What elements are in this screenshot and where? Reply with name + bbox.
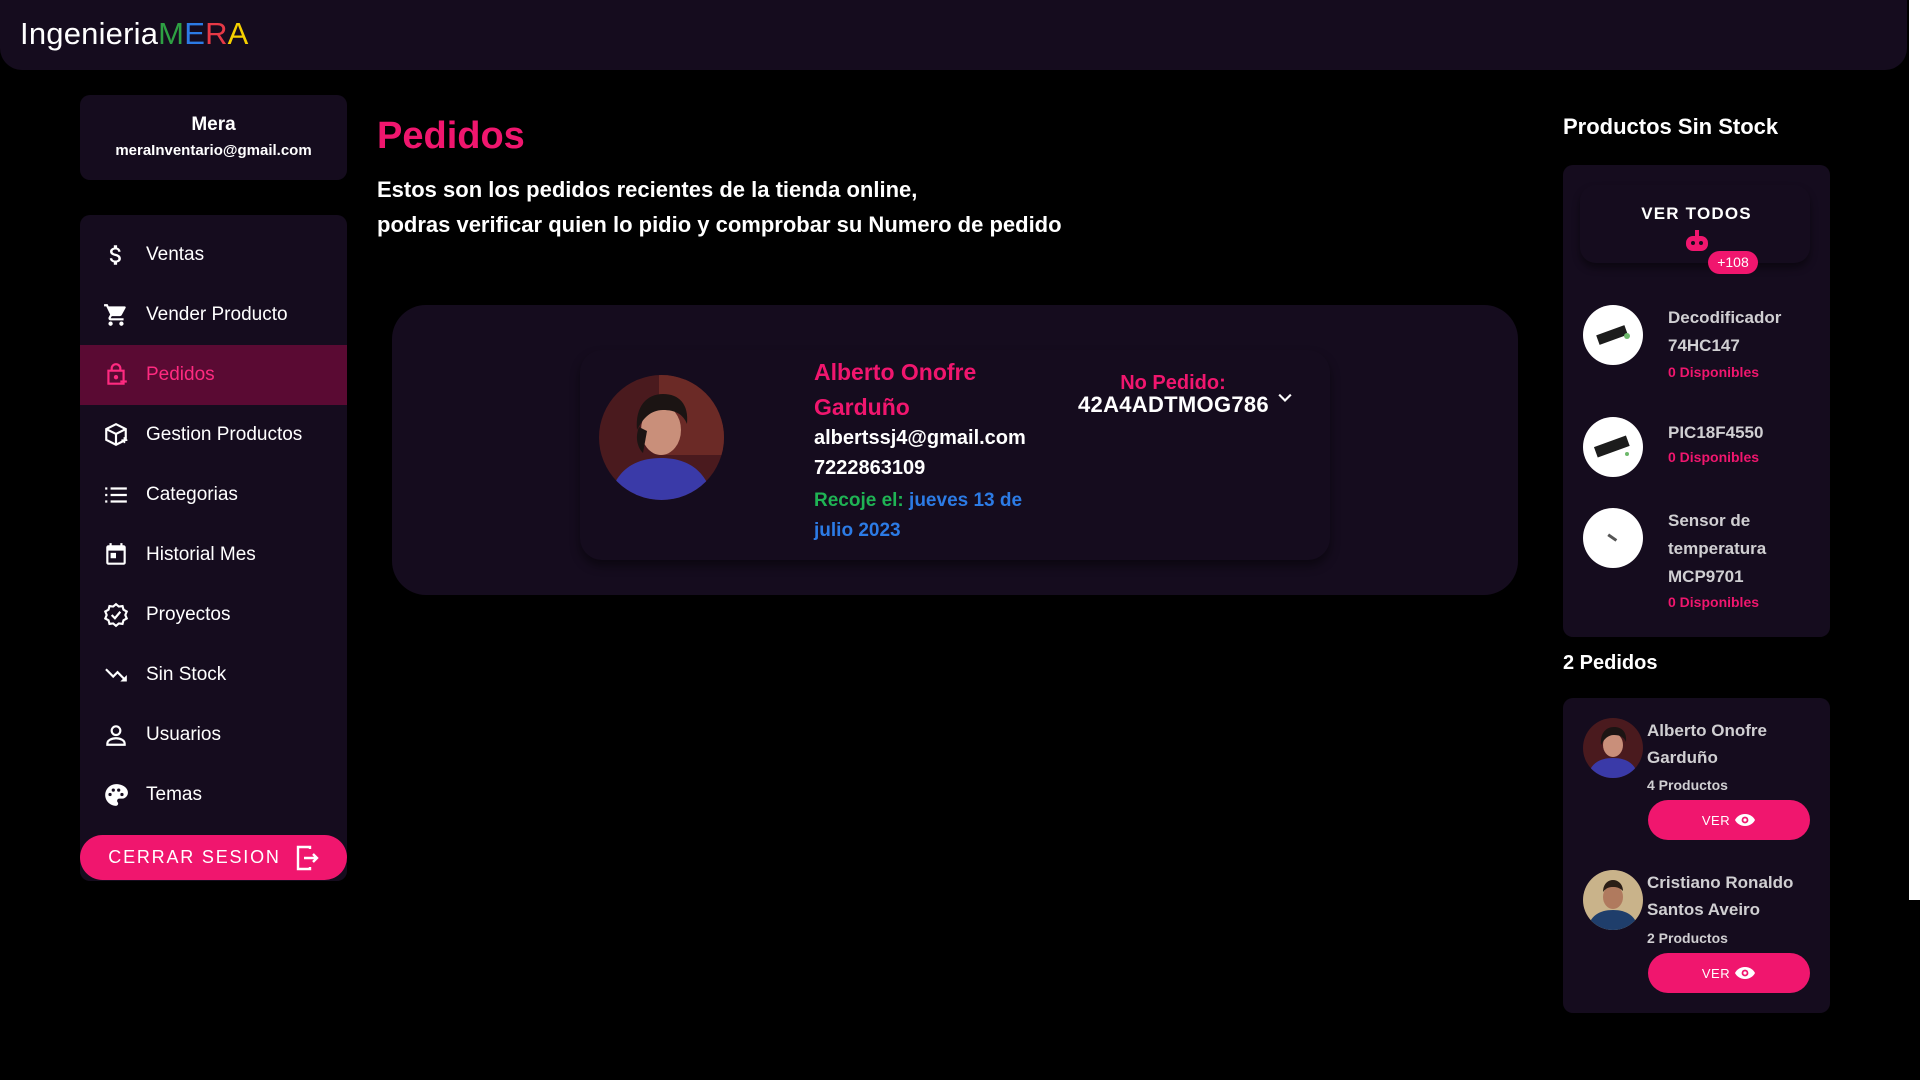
view-order-button[interactable]: VER (1648, 953, 1810, 993)
order-product-count: 2 Productos (1647, 930, 1728, 946)
orders-count-title: 2 Pedidos (1563, 652, 1658, 674)
sidebar-item-label: Usuarios (146, 724, 221, 745)
page-title: Pedidos (377, 115, 525, 157)
sidebar-item-label: Proyectos (146, 604, 231, 625)
product-name: Decodificador 74HC147 (1668, 308, 1782, 355)
calendar-icon (102, 541, 130, 569)
list-icon (102, 481, 130, 509)
robot-icon (1686, 230, 1708, 251)
brand-prefix: Ingenieria (20, 16, 159, 51)
sidebar-item-temas[interactable]: Temas (80, 765, 347, 825)
order-customer-name: Cristiano Ronaldo Santos Aveiro (1647, 873, 1794, 919)
top-app-bar: IngenieriaMERA (0, 0, 1907, 70)
product-stock: 0 Disponibles (1668, 364, 1760, 380)
page-scrollbar[interactable] (1909, 0, 1920, 900)
sidebar-item-gestion-productos[interactable]: Gestion Productos (80, 405, 347, 465)
sidebar-item-label: Gestion Productos (146, 424, 303, 445)
user-email: meraInventario@gmail.com (115, 142, 312, 159)
sidebar-item-label: Vender Producto (146, 304, 288, 325)
pickup-info: Recoje el: jueves 13 de julio 2023 (814, 486, 1034, 546)
sidebar-item-proyectos[interactable]: Proyectos (80, 585, 347, 645)
package-add-icon (102, 421, 130, 449)
order-icon (102, 361, 130, 389)
sidebar-item-label: Pedidos (146, 364, 215, 385)
sidebar-item-historial-mes[interactable]: Historial Mes (80, 525, 347, 585)
verified-icon (102, 601, 130, 629)
product-image (1583, 417, 1643, 477)
customer-avatar (599, 375, 724, 500)
eye-icon (1735, 814, 1756, 826)
logout-label: CERRAR SESION (108, 847, 281, 867)
view-all-button[interactable]: VER TODOS (1563, 204, 1830, 224)
logout-button[interactable]: CERRAR SESION (80, 835, 347, 880)
product-name: PIC18F4550 (1668, 423, 1764, 442)
brand-letter: R (205, 16, 228, 51)
person-icon (102, 721, 130, 749)
customer-phone: 7222863109 (814, 457, 926, 479)
sidebar-nav: Ventas Vender Producto Pedidos Gestion P… (80, 215, 347, 881)
description-line-2: podras verificar quien lo pidio y compro… (377, 212, 1062, 237)
sidebar-item-ventas[interactable]: Ventas (80, 225, 347, 285)
order-number: 42A4ADTMOG786 (1078, 392, 1269, 417)
sidebar-item-label: Temas (146, 784, 202, 805)
sidebar-item-categorias[interactable]: Categorias (80, 465, 347, 525)
customer-email: albertssj4@gmail.com (814, 427, 1026, 449)
brand-colored-letters: MERA (158, 16, 248, 52)
customer-name: Alberto Onofre Garduño (814, 359, 977, 420)
out-of-stock-title: Productos Sin Stock (1563, 114, 1779, 139)
sidebar-item-label: Historial Mes (146, 544, 256, 565)
sidebar-item-sin-stock[interactable]: Sin Stock (80, 645, 347, 705)
eye-icon (1735, 967, 1756, 979)
product-stock: 0 Disponibles (1668, 449, 1760, 465)
brand-letter: E (184, 16, 206, 51)
product-image (1583, 305, 1643, 365)
brand-logo[interactable]: IngenieriaMERA (20, 16, 249, 52)
user-name: Mera (191, 114, 236, 135)
cart-icon (102, 301, 130, 329)
page-description: Estos son los pedidos recientes de la ti… (377, 172, 1062, 242)
sidebar-item-pedidos[interactable]: Pedidos (80, 345, 347, 405)
sidebar-item-vender-producto[interactable]: Vender Producto (80, 285, 347, 345)
user-profile-card: Mera meraInventario@gmail.com (80, 95, 347, 180)
view-order-label: VER (1701, 965, 1731, 981)
sidebar-item-label: Ventas (146, 244, 205, 265)
order-product-count: 4 Productos (1647, 777, 1728, 793)
sidebar-item-label: Categorias (146, 484, 238, 505)
view-order-label: VER (1701, 812, 1731, 828)
brand-letter: M (158, 16, 185, 51)
trending-down-icon (102, 661, 130, 689)
description-line-1: Estos son los pedidos recientes de la ti… (377, 177, 918, 202)
brand-letter: A (227, 16, 249, 51)
customer-avatar (1583, 718, 1643, 778)
sidebar-item-label: Sin Stock (146, 664, 227, 685)
sidebar-item-usuarios[interactable]: Usuarios (80, 705, 347, 765)
dollar-icon (102, 241, 130, 269)
product-stock: 0 Disponibles (1668, 594, 1760, 610)
chevron-down-icon[interactable] (1275, 388, 1295, 408)
count-badge: +108 (1708, 251, 1758, 274)
product-image (1583, 508, 1643, 568)
palette-icon (102, 781, 130, 809)
logout-icon (296, 845, 319, 870)
customer-avatar (1583, 870, 1643, 930)
product-name: Sensor de temperatura MCP9701 (1668, 511, 1767, 586)
order-customer-name: Alberto Onofre Garduño (1647, 721, 1767, 767)
pickup-label: Recoje el: (814, 490, 904, 511)
view-order-button[interactable]: VER (1648, 800, 1810, 840)
